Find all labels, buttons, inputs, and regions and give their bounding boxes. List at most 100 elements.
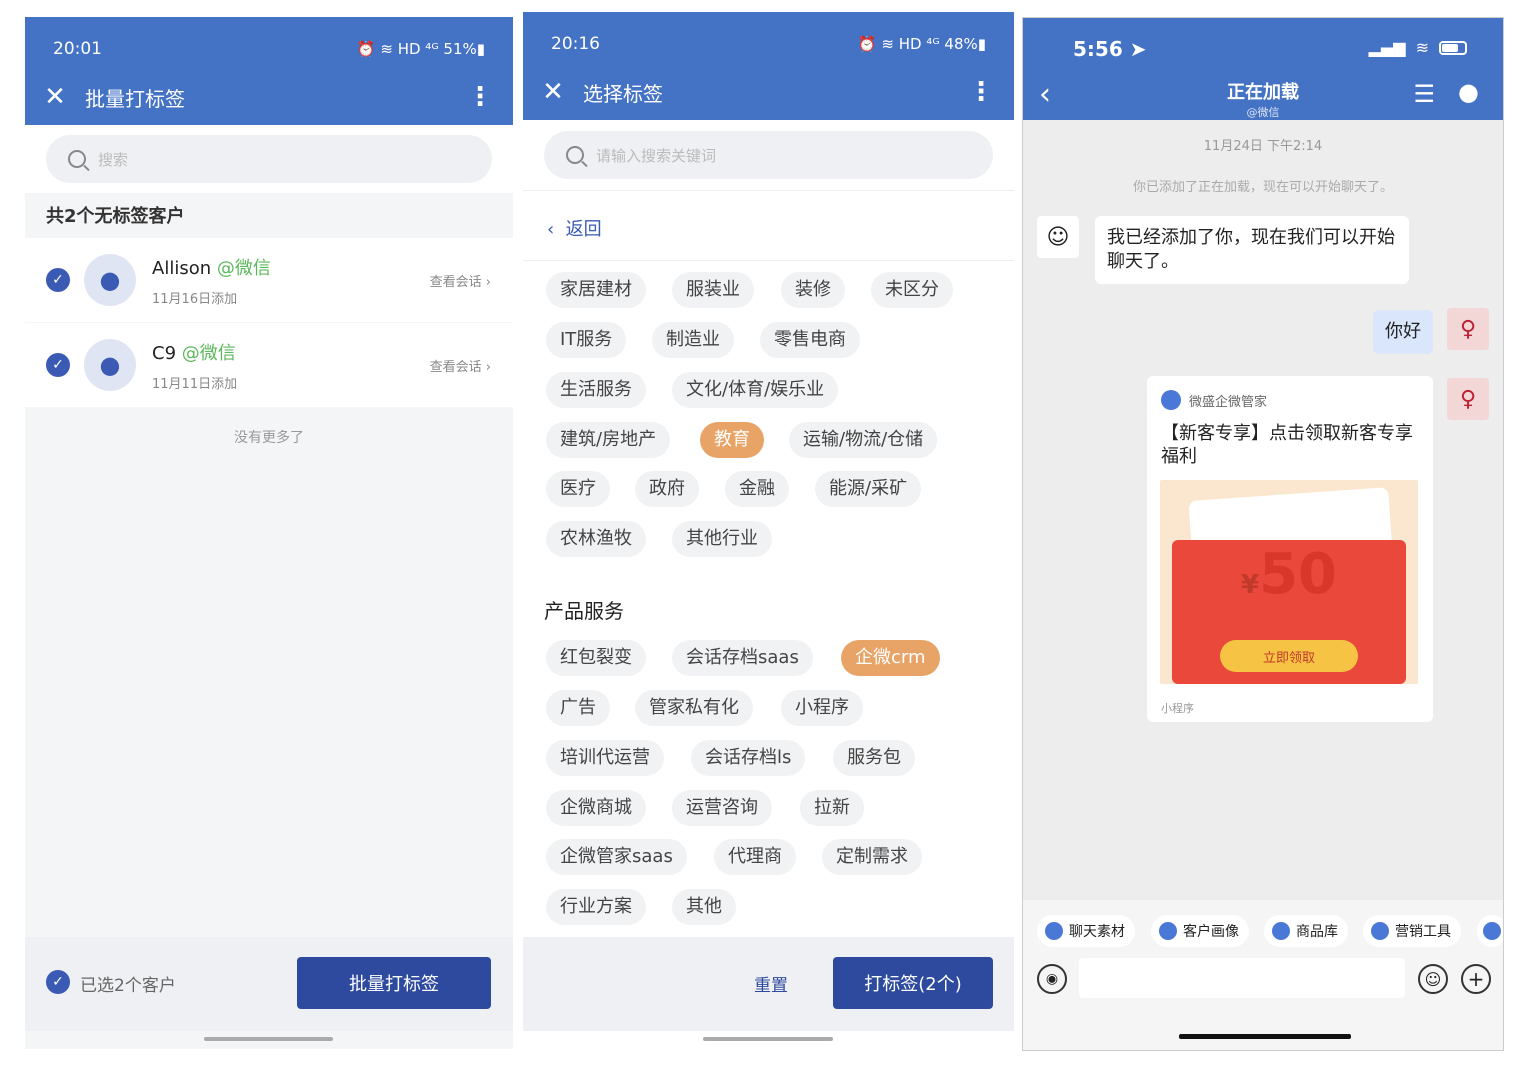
tag-chip[interactable]: 行业方案 [546, 889, 646, 925]
plus-icon[interactable]: + [1461, 964, 1491, 994]
apply-tags-button[interactable]: 打标签(2个) [833, 957, 993, 1009]
customer-name: Allison [152, 257, 212, 279]
more-icon[interactable]: ⋮ [467, 82, 493, 112]
customer-source: @微信 [216, 257, 271, 279]
chevron-right-icon: › [485, 359, 491, 375]
view-chat-link[interactable]: 查看会话 › [430, 271, 491, 290]
claim-button[interactable]: 立即领取 [1220, 640, 1358, 672]
tag-chip[interactable]: 未区分 [871, 272, 953, 308]
tag-chip[interactable]: 服务包 [833, 740, 915, 776]
home-indicator [204, 1037, 333, 1041]
avatar-icon: ● [84, 254, 136, 306]
mini-program-card[interactable]: 微盛企微管家 【新客专享】点击领取新客专享福利 ¥50 立即领取 小程序 [1147, 376, 1433, 722]
tag-chip[interactable]: 运营咨询 [672, 790, 772, 826]
currency-symbol: ¥ [1240, 570, 1260, 600]
tag-chip[interactable]: 装修 [781, 272, 845, 308]
bottom-bar: ✓ 已选2个客户 批量打标签 [25, 937, 513, 1031]
tag-chip[interactable]: 建筑/房地产 [546, 422, 671, 458]
reset-button[interactable]: 重置 [754, 971, 788, 996]
tag-chip[interactable]: 会话存档ls [691, 740, 806, 776]
header: 20:01 ⏰ ≋ HD ⁴ᴳ 51%▮ ✕ 批量打标签 ⋮ [25, 17, 513, 125]
toolbar-chip[interactable]: 商品库 [1264, 915, 1348, 947]
batch-tag-screen: 20:01 ⏰ ≋ HD ⁴ᴳ 51%▮ ✕ 批量打标签 ⋮ 搜索 共2个无标签… [25, 17, 513, 1049]
tag-chip[interactable]: 运输/物流/仓储 [789, 422, 938, 458]
tag-chip[interactable]: 金融 [725, 471, 789, 507]
tag-chip[interactable]: 企微商城 [546, 790, 646, 826]
close-icon[interactable]: ✕ [523, 79, 583, 105]
voice-icon[interactable]: ◉ [1037, 964, 1067, 994]
customer-row[interactable]: ✓ ● Allison @微信 11月16日添加 查看会话 › [25, 238, 513, 322]
tag-chip[interactable]: 政府 [635, 471, 699, 507]
user-avatar[interactable]: ♀ [1447, 308, 1489, 350]
toolbar-chip-overflow[interactable] [1477, 915, 1503, 947]
checkbox-checked-icon[interactable]: ✓ [46, 353, 70, 377]
customer-row[interactable]: ✓ ● C9 @微信 11月11日添加 查看会话 › [25, 323, 513, 407]
user-avatar[interactable]: ♀ [1447, 378, 1489, 420]
no-more-text: 没有更多了 [234, 430, 304, 446]
checkbox-checked-icon[interactable]: ✓ [46, 268, 70, 292]
home-indicator [1179, 1034, 1351, 1039]
tag-chip[interactable]: 管家私有化 [635, 690, 753, 726]
profile-icon[interactable]: ● [1458, 80, 1479, 104]
tag-chip[interactable]: 文化/体育/娱乐业 [672, 372, 839, 408]
toolbar-chip[interactable]: 客户画像 [1151, 915, 1249, 947]
tag-chip[interactable]: 能源/采矿 [815, 471, 922, 507]
contact-avatar[interactable]: ☺ [1037, 216, 1079, 258]
page-title: 批量打标签 [85, 86, 185, 111]
customer-profile-icon [1159, 922, 1177, 940]
tag-chip[interactable]: 制造业 [652, 322, 734, 358]
more-icon[interactable]: ⋮ [968, 77, 994, 107]
selected-count: 已选2个客户 [80, 976, 176, 996]
emoji-icon[interactable]: ☺ [1418, 964, 1448, 994]
marketing-tools-icon [1371, 922, 1389, 940]
menu-list-icon[interactable]: ☰ [1413, 82, 1435, 106]
outgoing-message: 你好 [1373, 310, 1433, 354]
header: 20:16 ⏰ ≋ HD ⁴ᴳ 48%▮ ✕ 选择标签 ⋮ [523, 12, 1014, 120]
tag-chip[interactable]: 农林渔牧 [546, 521, 646, 557]
chevron-right-icon: › [485, 274, 491, 290]
tag-chip[interactable]: 零售电商 [760, 322, 860, 358]
toolbar-chip[interactable]: 聊天素材 [1037, 915, 1135, 947]
chat-material-icon [1045, 922, 1063, 940]
signal-icon: ▂▄▆ [1368, 38, 1406, 57]
tag-chip-selected[interactable]: 教育 [700, 422, 764, 458]
tag-chip[interactable]: 其他 [672, 889, 736, 925]
page-title: 选择标签 [583, 81, 663, 106]
tag-chip[interactable]: 培训代运营 [546, 740, 664, 776]
customer-source: @微信 [181, 342, 236, 364]
tag-chip[interactable]: 会话存档saas [672, 640, 813, 676]
tag-chip[interactable]: 广告 [546, 690, 610, 726]
view-chat-link[interactable]: 查看会话 › [430, 356, 491, 375]
tag-chip[interactable]: 医疗 [546, 471, 610, 507]
tag-chip[interactable]: 定制需求 [822, 839, 922, 875]
search-icon [68, 150, 86, 168]
tag-chip[interactable]: 企微管家saas [546, 839, 687, 875]
back-link[interactable]: ‹ 返回 [547, 215, 602, 241]
tag-chip[interactable]: 家居建材 [546, 272, 646, 308]
checkbox-checked-icon[interactable]: ✓ [46, 970, 70, 994]
brand-logo-icon [1161, 390, 1181, 410]
toolbar-chip[interactable]: 营销工具 [1363, 915, 1461, 947]
tag-chip[interactable]: 红包裂变 [546, 640, 646, 676]
tag-chip[interactable]: 代理商 [714, 839, 796, 875]
tag-chip[interactable]: 生活服务 [546, 372, 646, 408]
status-bar: 20:01 ⏰ ≋ HD ⁴ᴳ 51%▮ [53, 39, 485, 59]
status-time: 5:56 ➤ [1073, 37, 1147, 61]
tag-chip[interactable]: 小程序 [781, 690, 863, 726]
added-date: 11月11日添加 [152, 376, 238, 392]
message-input[interactable] [1079, 958, 1405, 998]
bottom-bar: 重置 打标签(2个) [523, 937, 1014, 1031]
close-icon[interactable]: ✕ [25, 84, 85, 110]
search-input[interactable]: 搜索 [46, 135, 492, 183]
search-input[interactable]: 请输入搜索关键词 [544, 131, 993, 179]
card-title: 【新客专享】点击领取新客专享福利 [1161, 423, 1413, 467]
card-image: ¥50 立即领取 [1160, 480, 1418, 684]
tag-chip[interactable]: 服装业 [672, 272, 754, 308]
tag-chip[interactable]: IT服务 [546, 322, 627, 358]
tag-chip-selected[interactable]: 企微crm [841, 640, 940, 676]
tag-chip[interactable]: 其他行业 [672, 521, 772, 557]
added-date: 11月16日添加 [152, 291, 238, 307]
battery-icon [1439, 40, 1467, 55]
batch-tag-button[interactable]: 批量打标签 [297, 957, 491, 1009]
tag-chip[interactable]: 拉新 [800, 790, 864, 826]
